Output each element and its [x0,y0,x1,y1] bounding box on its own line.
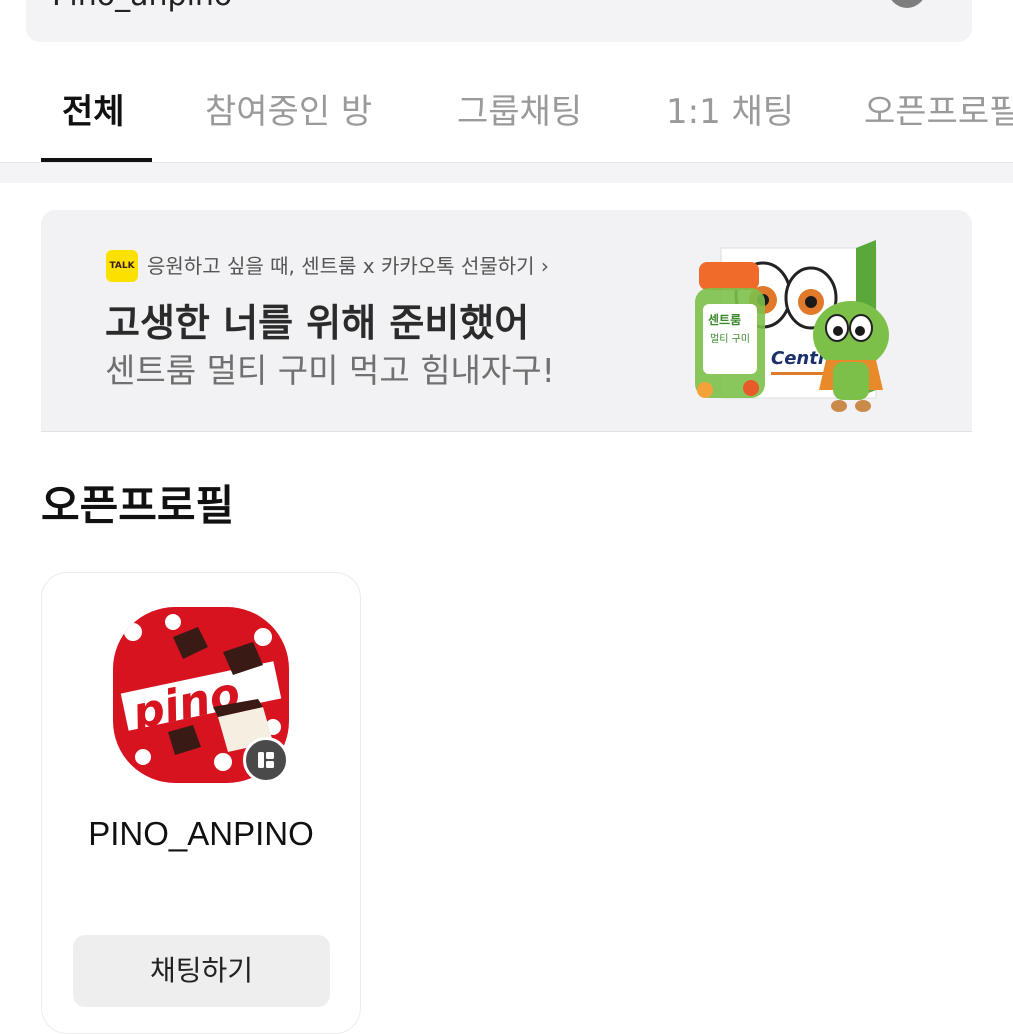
kakaotalk-icon: TALK [106,250,138,282]
tab-all[interactable]: 전체 [62,84,125,133]
search-input[interactable]: Pino_anpino [52,0,232,13]
ad-banner[interactable]: TALK 응원하고 싶을 때, 센트룸 x 카카오톡 선물하기 › 고생한 너를… [41,210,972,432]
avatar[interactable]: pino [113,607,289,783]
open-profile-badge-icon [243,737,289,783]
tab-bar: 전체 참여중인 방 그룹채팅 1:1 채팅 오픈프로필 [0,62,1013,164]
profile-name: PINO_ANPINO [88,815,314,852]
tab-joined-rooms[interactable]: 참여중인 방 [205,84,372,133]
tab-open-profile[interactable]: 오픈프로필 [864,84,1013,133]
svg-text:멀티 구미: 멀티 구미 [710,332,750,345]
tab-group-chat[interactable]: 그룹채팅 [457,84,582,133]
ad-title: 고생한 너를 위해 준비했어 [105,301,530,345]
section-separator [0,163,1013,183]
open-profile-card[interactable]: pino PINO_ANPINO 채팅하기 [41,572,361,1034]
start-chat-button[interactable]: 채팅하기 [73,935,330,1007]
centrum-product-image: Centrum 센트룸 멀티 구미 [695,240,889,412]
svg-text:센트룸: 센트룸 [708,312,741,327]
ad-description: 센트룸 멀티 구미 먹고 힘내자구! [105,351,555,390]
ad-subtitle-link[interactable]: 응원하고 싶을 때, 센트룸 x 카카오톡 선물하기 › [147,250,549,279]
section-title-open-profile: 오픈프로필 [41,481,235,530]
tab-one-to-one-chat[interactable]: 1:1 채팅 [666,84,794,133]
